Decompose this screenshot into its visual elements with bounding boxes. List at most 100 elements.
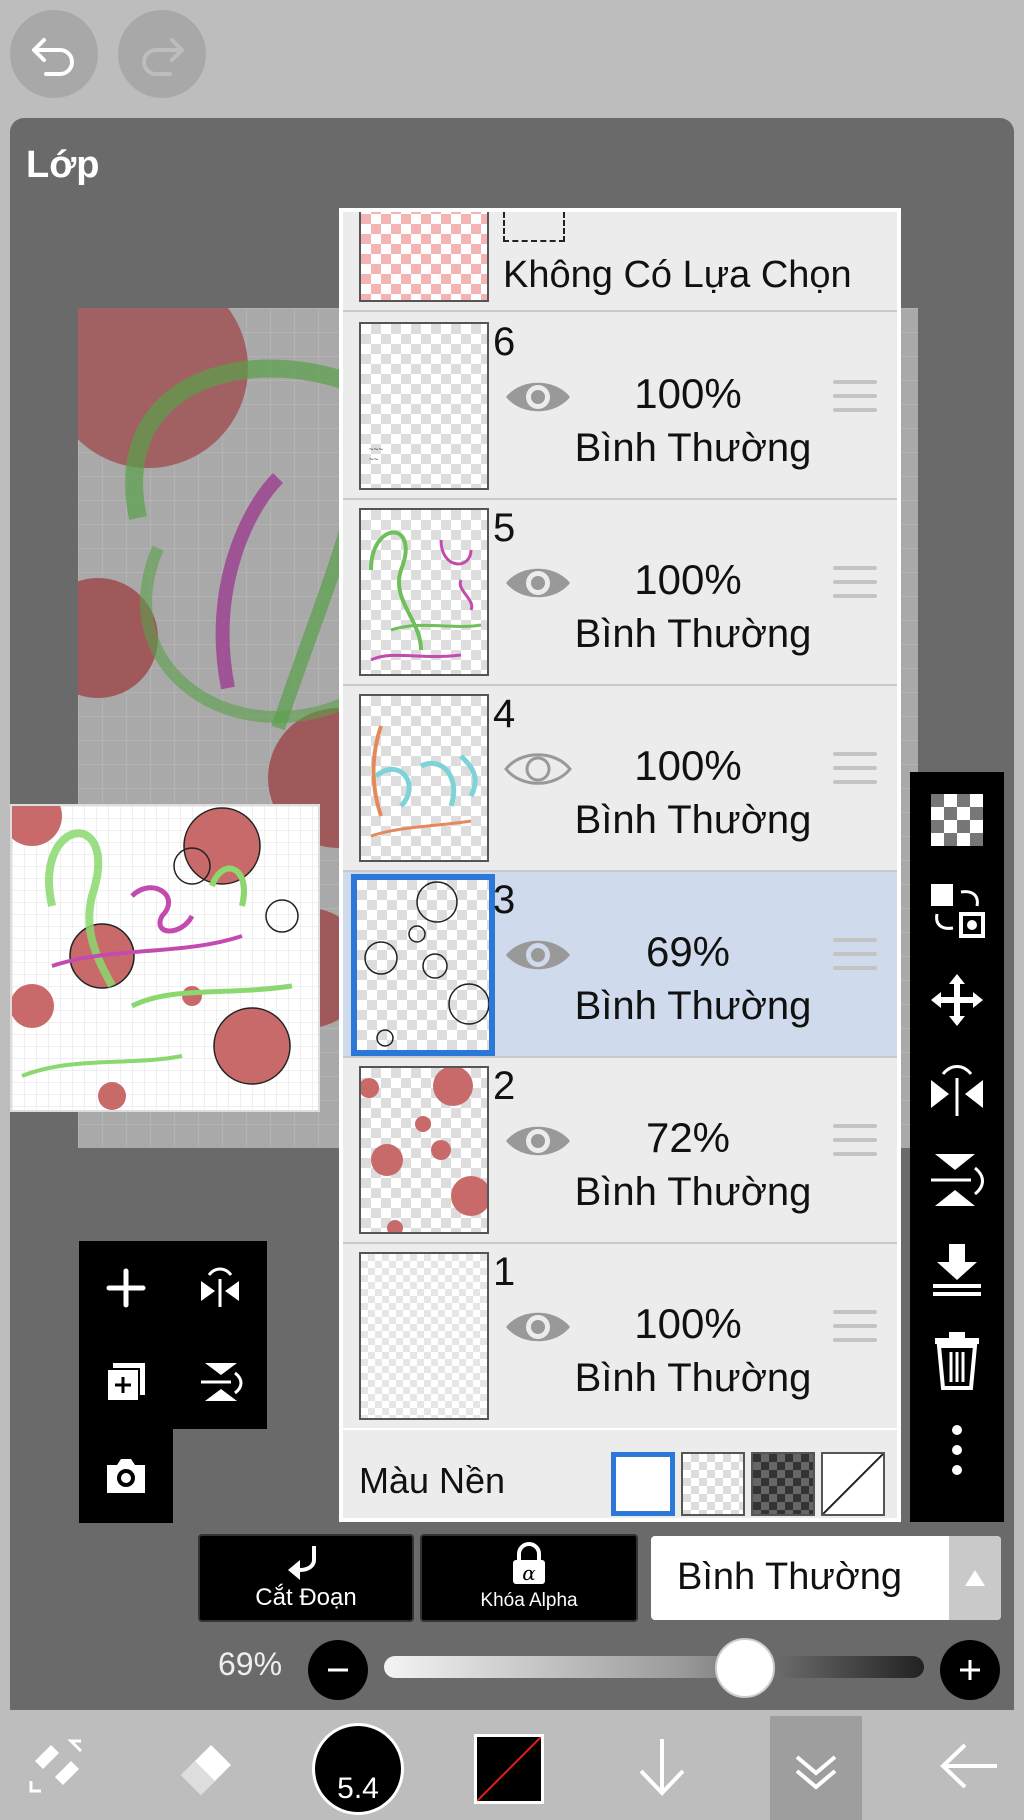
- add-layer-button[interactable]: [79, 1241, 173, 1335]
- opacity-increase-button[interactable]: [940, 1640, 1000, 1700]
- plus-icon: [960, 1660, 980, 1680]
- color-swatch-button[interactable]: [474, 1734, 544, 1804]
- flip-vertical-button[interactable]: [173, 1335, 267, 1429]
- layer-row-6[interactable]: ~~~ ~~ 6 100% Bình Thường: [343, 314, 897, 500]
- layer-number: 2: [493, 1064, 516, 1108]
- plus-icon: [106, 1268, 146, 1308]
- move-icon[interactable]: [927, 970, 987, 1030]
- layer-thumbnail: [359, 508, 489, 676]
- layer-number: 1: [493, 1250, 516, 1294]
- flip-vertical-icon[interactable]: [927, 1150, 987, 1210]
- undo-icon: [32, 38, 74, 76]
- swap-layers-icon[interactable]: [927, 880, 987, 940]
- layer-blend-mode: Bình Thường: [574, 798, 812, 842]
- drag-handle-icon[interactable]: [833, 566, 877, 602]
- move-down-button[interactable]: [620, 1724, 704, 1808]
- layers-tab-button[interactable]: [774, 1724, 858, 1808]
- background-color-row: Màu Nền: [343, 1438, 897, 1518]
- drag-handle-icon[interactable]: [833, 938, 877, 974]
- layer-row-1[interactable]: 1 100% Bình Thường: [343, 1244, 897, 1430]
- layer-row-5[interactable]: 5 100% Bình Thường: [343, 500, 897, 686]
- merge-down-icon[interactable]: [927, 1240, 987, 1300]
- bg-swatch-white[interactable]: [611, 1452, 675, 1516]
- blend-mode-dropdown-button[interactable]: [949, 1536, 1001, 1620]
- top-bar: [0, 0, 1024, 118]
- layer-blend-mode: Bình Thường: [574, 426, 812, 470]
- selection-layer-row[interactable]: Không Có Lựa Chọn: [343, 212, 897, 312]
- opacity-slider-knob[interactable]: [715, 1638, 776, 1698]
- layer-opacity: 100%: [634, 742, 742, 789]
- layer-list[interactable]: Không Có Lựa Chọn ~~~ ~~ 6 100% Bình Thườ…: [339, 208, 901, 1522]
- drag-handle-icon[interactable]: [833, 1310, 877, 1346]
- layer-number: 6: [493, 320, 516, 364]
- visibility-eye-icon[interactable]: [503, 1304, 573, 1350]
- arrow-down-icon: [639, 1739, 685, 1796]
- flip-horizontal-icon: [201, 1267, 239, 1307]
- layer-row-2[interactable]: 2 72% Bình Thường: [343, 1058, 897, 1244]
- duplicate-layer-icon: [106, 1363, 145, 1402]
- opacity-decrease-button[interactable]: [308, 1640, 368, 1700]
- layer-blend-mode: Bình Thường: [574, 1356, 812, 1400]
- eraser-tool-button[interactable]: [164, 1724, 248, 1808]
- redo-icon: [142, 38, 184, 76]
- lock-icon: α: [513, 1542, 545, 1585]
- canvas-preview: [10, 804, 320, 1112]
- flip-vertical-icon: [201, 1363, 243, 1401]
- color-swatch-icon: [477, 1737, 541, 1801]
- layer-number: 5: [493, 506, 516, 550]
- blend-mode-select[interactable]: Bình Thường: [651, 1536, 1001, 1620]
- more-options-icon[interactable]: [927, 1420, 987, 1480]
- clipping-button[interactable]: Cắt Đoạn: [198, 1534, 414, 1622]
- back-button[interactable]: [928, 1724, 1012, 1808]
- duplicate-layer-button[interactable]: [79, 1335, 173, 1429]
- trash-icon[interactable]: [927, 1330, 987, 1390]
- opacity-value: 69%: [218, 1646, 283, 1682]
- alpha-lock-button[interactable]: α Khóa Alpha: [420, 1534, 638, 1622]
- flip-horizontal-icon[interactable]: [927, 1060, 987, 1120]
- layer-opacity: 69%: [645, 928, 731, 975]
- clipping-label: Cắt Đoạn: [255, 1584, 357, 1611]
- background-color-label: Màu Nền: [359, 1460, 506, 1501]
- redo-button[interactable]: [118, 10, 206, 98]
- visibility-eye-icon[interactable]: [503, 932, 573, 978]
- visibility-eye-icon[interactable]: [503, 1118, 573, 1164]
- undo-button[interactable]: [10, 10, 98, 98]
- transform-tool-button[interactable]: [14, 1724, 98, 1808]
- checker-icon[interactable]: [927, 790, 987, 850]
- bg-swatch-transparent-light[interactable]: [681, 1452, 745, 1516]
- layer-opacity: 72%: [645, 1114, 731, 1161]
- bg-swatch-transparent-dark[interactable]: [751, 1452, 815, 1516]
- arrow-left-icon: [940, 1743, 997, 1789]
- visibility-eye-icon[interactable]: [503, 560, 573, 606]
- layer-tools-column: [910, 772, 1004, 1522]
- alpha-lock-label: Khóa Alpha: [480, 1590, 578, 1611]
- drag-handle-icon[interactable]: [833, 1124, 877, 1160]
- visibility-eye-icon[interactable]: [503, 374, 573, 420]
- selection-layer-label: Không Có Lựa Chọn: [503, 254, 852, 296]
- camera-button[interactable]: [79, 1429, 173, 1523]
- selection-marquee-icon: [503, 212, 565, 242]
- layer-opacity: 100%: [634, 556, 742, 603]
- eraser-icon: [181, 1745, 231, 1795]
- layer-row-4[interactable]: 4 100% Bình Thường: [343, 686, 897, 872]
- brush-size-button[interactable]: 5.4: [312, 1723, 404, 1815]
- opacity-slider-track[interactable]: [384, 1656, 924, 1678]
- drag-handle-icon[interactable]: [833, 380, 877, 416]
- layer-row-3[interactable]: 3 69% Bình Thường: [343, 872, 897, 1058]
- layer-thumbnail: [359, 694, 489, 862]
- layer-thumbnail: [359, 1066, 489, 1234]
- layer-thumbnail: [351, 874, 495, 1056]
- clip-arrow-icon: [288, 1546, 316, 1580]
- selection-layer-thumbnail: [359, 212, 489, 302]
- drag-handle-icon[interactable]: [833, 752, 877, 788]
- transform-brush-icon: [29, 1739, 83, 1793]
- visibility-eye-hidden-icon[interactable]: [503, 746, 573, 792]
- brush-size-value: 5.4: [337, 1772, 379, 1805]
- layer-opacity: 100%: [634, 1300, 742, 1347]
- flip-horizontal-button[interactable]: [173, 1241, 267, 1335]
- layer-number: 4: [493, 692, 516, 736]
- svg-text:~~~: ~~~: [369, 445, 383, 454]
- panel-title: Lớp: [26, 144, 100, 186]
- bg-swatch-none[interactable]: [821, 1452, 885, 1516]
- triangle-up-icon: [965, 1570, 985, 1586]
